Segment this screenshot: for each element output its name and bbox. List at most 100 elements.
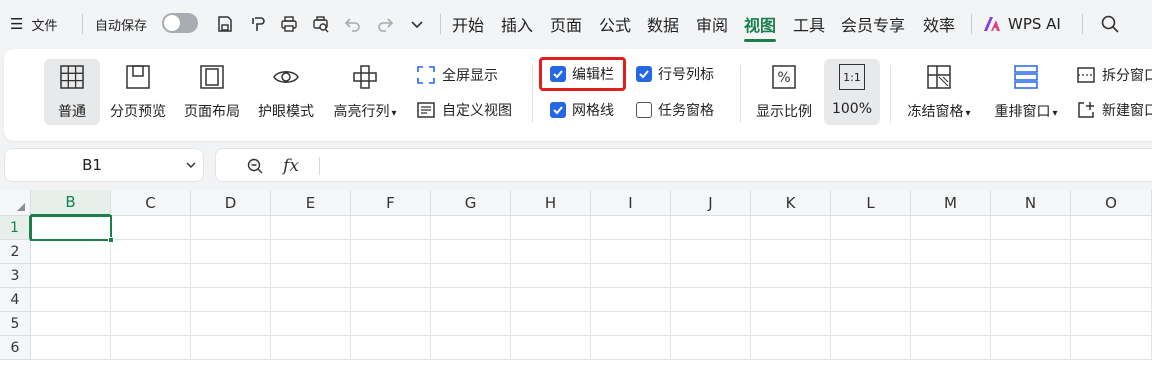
tab-data[interactable]: 数据 bbox=[647, 12, 679, 38]
insert-function-button[interactable]: fx bbox=[280, 155, 302, 177]
new-window-button[interactable]: 新建窗口 bbox=[1076, 98, 1152, 122]
row-header[interactable]: 3 bbox=[0, 264, 31, 288]
grid-cell[interactable] bbox=[511, 288, 591, 312]
file-menu[interactable]: ☰ 文件 bbox=[10, 12, 57, 36]
tab-view[interactable]: 视图 bbox=[744, 12, 777, 42]
grid-cell[interactable] bbox=[351, 336, 431, 360]
column-header[interactable]: E bbox=[271, 190, 351, 216]
row-header[interactable]: 2 bbox=[0, 240, 31, 264]
grid-cell[interactable] bbox=[31, 288, 111, 312]
grid-cell[interactable] bbox=[991, 312, 1071, 336]
grid-cell[interactable] bbox=[31, 264, 111, 288]
print-preview-icon[interactable] bbox=[309, 12, 333, 36]
grid-cell[interactable] bbox=[1071, 264, 1152, 288]
grid-cell[interactable] bbox=[271, 216, 351, 240]
grid-cell[interactable] bbox=[431, 216, 511, 240]
search-icon[interactable] bbox=[1098, 12, 1122, 36]
grid-cell[interactable] bbox=[31, 240, 111, 264]
grid-cell[interactable] bbox=[751, 264, 831, 288]
wps-ai-button[interactable]: WPS AI bbox=[982, 12, 1061, 36]
grid-cell[interactable] bbox=[911, 240, 991, 264]
gridlines-checkbox[interactable]: 网格线 bbox=[550, 98, 614, 122]
grid-cell[interactable] bbox=[911, 216, 991, 240]
print-icon[interactable] bbox=[277, 12, 301, 36]
grid-cell[interactable] bbox=[431, 312, 511, 336]
format-painter-icon[interactable] bbox=[246, 12, 270, 36]
grid-cell[interactable] bbox=[111, 264, 191, 288]
grid-cell[interactable] bbox=[511, 312, 591, 336]
column-header[interactable]: M bbox=[911, 190, 991, 216]
grid-cell[interactable] bbox=[111, 312, 191, 336]
grid-cell[interactable] bbox=[511, 216, 591, 240]
freeze-panes-button[interactable]: 冻结窗格 ▾ bbox=[900, 59, 978, 125]
grid-cell[interactable] bbox=[351, 312, 431, 336]
grid-cell[interactable] bbox=[831, 288, 911, 312]
grid-cell[interactable] bbox=[351, 240, 431, 264]
chevron-down-icon[interactable] bbox=[179, 159, 203, 171]
tab-tools[interactable]: 工具 bbox=[793, 12, 825, 38]
grid-cell[interactable] bbox=[671, 264, 751, 288]
grid-cell[interactable] bbox=[271, 288, 351, 312]
grid-cell[interactable] bbox=[1071, 288, 1152, 312]
grid-cell[interactable] bbox=[1071, 336, 1152, 360]
autosave-toggle[interactable] bbox=[162, 13, 198, 33]
grid-cell[interactable] bbox=[991, 240, 1071, 264]
grid-cell[interactable] bbox=[191, 264, 271, 288]
grid-cell[interactable] bbox=[911, 336, 991, 360]
grid-cell[interactable] bbox=[591, 288, 671, 312]
grid-cell[interactable] bbox=[431, 288, 511, 312]
column-header[interactable]: D bbox=[191, 190, 271, 216]
select-all-corner[interactable] bbox=[0, 190, 31, 216]
column-header[interactable]: K bbox=[751, 190, 831, 216]
grid-cell[interactable] bbox=[831, 240, 911, 264]
custom-view-button[interactable]: 自定义视图 bbox=[416, 98, 512, 122]
page-layout-button[interactable]: 页面布局 bbox=[180, 59, 244, 125]
grid-cell[interactable] bbox=[911, 288, 991, 312]
grid-cell[interactable] bbox=[831, 264, 911, 288]
row-header[interactable]: 5 bbox=[0, 312, 31, 336]
grid-cell[interactable] bbox=[751, 336, 831, 360]
column-header[interactable]: H bbox=[511, 190, 591, 216]
grid-cell[interactable] bbox=[671, 240, 751, 264]
fill-handle[interactable] bbox=[108, 237, 114, 243]
chevron-down-icon[interactable] bbox=[405, 12, 429, 36]
name-box[interactable]: B1 bbox=[4, 148, 204, 182]
grid-cell[interactable] bbox=[751, 240, 831, 264]
tab-page[interactable]: 页面 bbox=[550, 12, 582, 38]
tab-member[interactable]: 会员专享 bbox=[841, 12, 905, 38]
grid-cell[interactable] bbox=[991, 288, 1071, 312]
grid-cell[interactable] bbox=[271, 264, 351, 288]
grid-cell[interactable] bbox=[1071, 240, 1152, 264]
normal-view-button[interactable]: 普通 bbox=[44, 59, 100, 125]
row-col-headers-checkbox[interactable]: 行号列标 bbox=[636, 62, 714, 86]
column-header[interactable]: G bbox=[431, 190, 511, 216]
grid-cell[interactable] bbox=[671, 288, 751, 312]
grid-cell[interactable] bbox=[271, 336, 351, 360]
grid-cell[interactable] bbox=[591, 336, 671, 360]
grid-cell[interactable] bbox=[591, 312, 671, 336]
grid-cell[interactable] bbox=[111, 336, 191, 360]
grid-cell[interactable] bbox=[671, 336, 751, 360]
grid-cell[interactable] bbox=[751, 288, 831, 312]
column-header[interactable]: L bbox=[831, 190, 911, 216]
grid-cell[interactable] bbox=[751, 312, 831, 336]
grid-cell[interactable] bbox=[591, 216, 671, 240]
task-pane-checkbox[interactable]: 任务窗格 bbox=[636, 98, 714, 122]
active-cell-b1[interactable] bbox=[30, 215, 114, 243]
zoom-ratio-button[interactable]: % 显示比例 bbox=[752, 59, 816, 125]
grid-cell[interactable] bbox=[671, 312, 751, 336]
grid-cell[interactable] bbox=[191, 216, 271, 240]
grid-cell[interactable] bbox=[911, 264, 991, 288]
rearrange-windows-button[interactable]: 重排窗口 ▾ bbox=[986, 59, 1066, 125]
grid-cell[interactable] bbox=[831, 216, 911, 240]
grid-cell[interactable] bbox=[431, 240, 511, 264]
grid-cell[interactable] bbox=[431, 336, 511, 360]
grid-cell[interactable] bbox=[591, 240, 671, 264]
grid-cell[interactable] bbox=[271, 312, 351, 336]
highlight-rowcol-button[interactable]: 高亮行列 ▾ bbox=[328, 59, 402, 125]
grid-cell[interactable] bbox=[431, 264, 511, 288]
page-break-preview-button[interactable]: 分页预览 bbox=[106, 59, 170, 125]
row-header[interactable]: 6 bbox=[0, 336, 31, 360]
grid-cell[interactable] bbox=[671, 216, 751, 240]
fullscreen-button[interactable]: 全屏显示 bbox=[416, 63, 498, 87]
